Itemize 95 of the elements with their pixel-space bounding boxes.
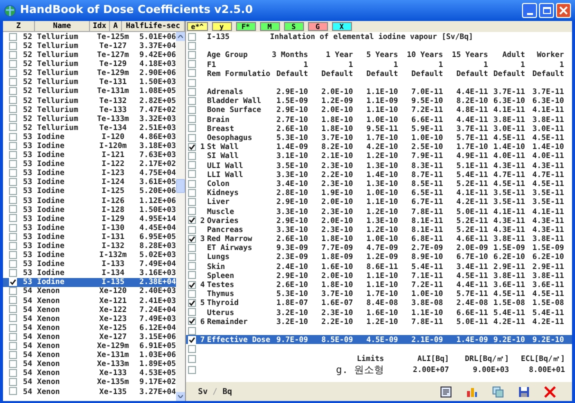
checkbox[interactable] [9, 296, 17, 304]
checkbox[interactable] [9, 150, 17, 159]
checkbox[interactable] [188, 207, 196, 216]
checkbox[interactable] [9, 168, 17, 177]
checkbox[interactable] [188, 69, 196, 78]
scroll-thumb[interactable] [176, 179, 185, 193]
checkbox[interactable] [9, 42, 17, 50]
checkbox[interactable] [9, 305, 17, 314]
checkbox[interactable] [188, 253, 196, 262]
checkbox[interactable] [188, 152, 196, 160]
checkbox[interactable] [9, 160, 17, 168]
checkbox[interactable] [9, 214, 17, 222]
checkbox[interactable] [9, 232, 17, 241]
app-icon [4, 4, 16, 16]
checkbox[interactable] [188, 244, 196, 252]
checkbox[interactable] [188, 32, 196, 41]
checkbox[interactable] [9, 123, 17, 132]
checkbox[interactable] [9, 142, 17, 150]
checkbox[interactable] [188, 96, 196, 105]
checkbox[interactable] [9, 350, 17, 359]
checkbox[interactable] [188, 106, 196, 114]
checkbox[interactable] [188, 355, 196, 364]
close-button[interactable] [556, 3, 571, 18]
checkbox[interactable] [188, 142, 196, 151]
scroll-up-button[interactable] [176, 32, 185, 41]
scroll-down-button[interactable] [176, 392, 185, 401]
checkbox[interactable] [9, 114, 17, 122]
checkbox[interactable] [9, 78, 17, 86]
checkbox[interactable] [9, 50, 17, 59]
checkbox[interactable] [188, 42, 196, 50]
checkbox[interactable] [9, 96, 17, 104]
minimize-button[interactable] [522, 3, 537, 18]
checkbox[interactable] [188, 344, 196, 353]
bar-chart-icon[interactable] [466, 386, 478, 398]
checkbox[interactable] [9, 268, 17, 277]
copy-icon[interactable] [492, 386, 504, 398]
checkbox[interactable] [188, 78, 196, 87]
checkbox[interactable] [188, 290, 196, 298]
checkbox[interactable] [188, 326, 196, 335]
checkbox[interactable] [188, 60, 196, 68]
checkbox[interactable] [188, 336, 196, 344]
checkbox[interactable] [9, 360, 17, 368]
close-icon[interactable] [544, 386, 556, 398]
window-title: HandBook of Dose Coefficients v2.5.0 [20, 2, 253, 18]
checkbox[interactable] [188, 50, 196, 59]
checkbox[interactable] [9, 178, 17, 186]
checkbox[interactable] [188, 180, 196, 188]
checkbox[interactable] [9, 260, 17, 268]
checkbox[interactable] [188, 280, 196, 289]
separator: / [212, 386, 218, 398]
checkbox[interactable] [188, 124, 196, 132]
row-label: g. 원소형 [334, 364, 384, 378]
checkbox[interactable] [9, 187, 17, 196]
checkbox[interactable] [188, 161, 196, 170]
checkbox[interactable] [188, 134, 196, 142]
checkbox[interactable] [188, 317, 196, 326]
checkbox[interactable] [9, 369, 17, 378]
checkbox[interactable] [188, 198, 196, 206]
checkbox[interactable] [9, 205, 17, 214]
checkbox[interactable] [188, 88, 196, 96]
scrollbar[interactable] [176, 32, 185, 401]
save-icon[interactable] [518, 386, 530, 398]
checkbox[interactable] [188, 170, 196, 178]
checkbox[interactable] [188, 262, 196, 270]
checkbox[interactable] [9, 278, 17, 286]
checkbox[interactable] [9, 32, 17, 41]
checkbox[interactable] [9, 387, 17, 396]
checkbox[interactable] [9, 87, 17, 96]
checkbox[interactable] [9, 132, 17, 141]
checkbox[interactable] [188, 366, 196, 374]
checkbox[interactable] [188, 115, 196, 124]
document-icon[interactable] [440, 386, 452, 398]
checkbox[interactable] [9, 60, 17, 68]
checkbox[interactable] [9, 250, 17, 259]
checkbox[interactable] [9, 378, 17, 386]
checkbox[interactable] [9, 324, 17, 332]
checkbox[interactable] [9, 242, 17, 250]
unit-option[interactable]: Sv [198, 386, 208, 398]
checkbox[interactable] [188, 216, 196, 224]
checkbox[interactable] [9, 314, 17, 322]
checkbox[interactable] [9, 342, 17, 350]
checkbox[interactable] [9, 105, 17, 114]
checkbox[interactable] [188, 188, 196, 197]
unit-option[interactable]: Bq [222, 386, 232, 398]
checkbox[interactable] [9, 224, 17, 232]
checkbox[interactable] [9, 68, 17, 77]
checkbox[interactable] [188, 226, 196, 234]
maximize-button[interactable] [539, 3, 554, 18]
checkbox[interactable] [188, 299, 196, 308]
checkbox[interactable] [188, 234, 196, 243]
checkbox[interactable] [9, 332, 17, 341]
checkbox[interactable] [188, 271, 196, 280]
checkbox[interactable] [9, 196, 17, 204]
checkbox[interactable] [188, 308, 196, 316]
checkbox[interactable] [9, 287, 17, 296]
